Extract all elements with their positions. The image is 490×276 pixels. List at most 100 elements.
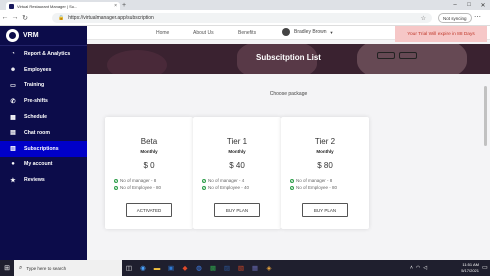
chrome-icon[interactable]: ◍ [192,260,206,276]
nav-benefits[interactable]: Benefits [238,30,256,36]
scrollbar-thumb[interactable] [484,86,487,146]
buy-plan-button[interactable]: BUY PLAN [214,203,260,217]
forward-icon[interactable]: → [10,14,20,21]
notifications-icon[interactable]: ▭ [482,264,488,271]
plan-feature-managers: ✓ No of manager - 8 [290,178,332,183]
sidebar-item-subscriptions[interactable]: ▥ Subscriptions [0,140,87,157]
scrollbar[interactable] [484,86,488,256]
volume-icon[interactable]: ◁ [423,265,427,271]
clock-date: 5/17/2021 [461,267,479,273]
feature-text: No of manager - 8 [296,178,333,183]
page-title: Subscitption List [256,53,321,62]
sidebar-item-chat-room[interactable]: ▤ Chat room [0,125,87,141]
back-icon[interactable]: ← [0,14,10,21]
task-view-icon[interactable]: ◫ [122,260,136,276]
clock[interactable]: 11:51 AM 5/17/2021 [449,262,479,273]
plan-period: Monthly [140,149,158,154]
plan-period: Monthly [316,149,334,154]
plan-card: Tier 1 Monthly $ 40 ✓ No of manager - 4 ✓ No o… [193,117,281,229]
network-icon[interactable]: ◠ [416,265,420,271]
word-icon[interactable]: ▨ [220,260,234,276]
plan-name: Tier 1 [226,137,248,146]
plan-feature-employees: ✓ No of Employee - 80 [290,185,337,190]
feature-text: No of manager - 8 [120,178,157,183]
close-window-button[interactable]: ✕ [476,0,490,10]
plan-period: Monthly [228,149,246,154]
user-name: Bradley Brown [294,29,327,35]
activated-button[interactable]: ACTIVATED [126,203,172,217]
nav-about-us[interactable]: About Us [193,30,214,36]
powerpoint-icon[interactable]: ▧ [234,260,248,276]
url-text: https://virtualmanager.app/subscription [68,15,154,21]
brand[interactable]: VRM [0,26,87,46]
lock-icon: 🔒 [58,15,65,21]
close-tab-icon[interactable]: × [114,3,117,9]
store-icon[interactable]: ▣ [164,260,178,276]
minimize-button[interactable]: – [448,0,462,10]
browser-menu-icon[interactable]: ⋯ [474,13,481,21]
hero-banner: Subscitption List [87,44,490,74]
sidebar-item-pre-shifts[interactable]: ✆ Pre-shifts [0,93,87,109]
sidebar-item-my-account[interactable]: ● My account [0,157,87,173]
sidebar-item-label: Report & Analytics [24,50,71,57]
teams-icon[interactable]: ▦ [248,260,262,276]
chevron-up-icon[interactable]: ˄ [410,265,413,271]
windows-start-icon[interactable]: ⊞ [0,260,14,276]
plan-price: $ 40 [229,161,245,170]
plan-feature-managers: ✓ No of manager - 4 [202,178,244,183]
sync-button[interactable]: Not syncing [438,13,472,23]
window-controls: – □ ✕ [448,0,490,10]
plan-feature-employees: ✓ No of Employee - 40 [202,185,249,190]
app-icon[interactable]: ◈ [262,260,276,276]
browser-tab-bar: Virtual Restaurant Manager | Su... × + –… [0,0,490,10]
sidebar-item-label: Chat room [24,129,50,136]
url-field[interactable]: 🔒 https://virtualmanager.app/subscriptio… [52,13,432,23]
sidebar-item-training[interactable]: ▭ Training [0,78,87,94]
user-menu[interactable]: Bradley Brown ▼ [282,28,333,36]
plan-name: Tier 2 [314,137,336,146]
bookmark-star-icon[interactable]: ☆ [421,15,426,22]
star-icon: ★ [10,177,16,184]
check-circle-icon: ✓ [290,185,294,190]
plan-price: $ 0 [143,161,155,170]
megaphone-icon: ✆ [10,98,16,105]
pie-chart-icon: ◔ [11,50,15,57]
vrm-logo-icon [6,29,19,42]
browser-tab[interactable]: Virtual Restaurant Manager | Su... × [6,2,120,10]
sidebar-item-label: Training [24,82,45,89]
main-content: Home About Us Benefits Bradley Brown ▼ Y… [87,26,490,260]
sidebar: VRM ◔ Report & Analytics ☻ Employees ▭ Traini… [0,26,87,260]
plan-name: Beta [140,137,158,146]
edge-icon[interactable]: ◉ [136,260,150,276]
taskbar-search[interactable]: ⌕ Type here to search [14,260,122,276]
check-circle-icon: ✓ [114,178,118,183]
sidebar-item-schedule[interactable]: ▦ Schedule [0,109,87,125]
search-placeholder: Type here to search [26,265,67,271]
nav-home[interactable]: Home [156,30,169,36]
sidebar-item-label: Schedule [24,114,48,121]
office-icon[interactable]: ◆ [178,260,192,276]
check-circle-icon: ✓ [290,178,294,183]
sidebar-item-reviews[interactable]: ★ Reviews [0,172,87,188]
card-icon: ▥ [10,146,16,153]
new-tab-button[interactable]: + [122,2,126,9]
user-icon: ● [11,161,15,168]
search-icon: ⌕ [19,264,23,271]
sidebar-item-label: Pre-shifts [24,98,48,105]
buy-plan-button[interactable]: BUY PLAN [302,203,348,217]
system-tray: ˄ ◠ ◁ [410,260,430,276]
maximize-button[interactable]: □ [462,0,476,10]
plan-card: Tier 2 Monthly $ 80 ✓ No of manager - 8 ✓ No o… [281,117,369,229]
tv-icon: ▭ [10,82,16,89]
reload-icon[interactable]: ↻ [20,14,30,22]
sidebar-item-employees[interactable]: ☻ Employees [0,62,87,78]
brand-name: VRM [23,32,39,39]
sidebar-item-report-analytics[interactable]: ◔ Report & Analytics [0,46,87,62]
plan-feature-employees: ✓ No of Employee - 80 [114,185,161,190]
feature-text: No of Employee - 40 [208,185,250,190]
excel-icon[interactable]: ▩ [206,260,220,276]
chat-icon: ▤ [10,130,16,137]
file-explorer-icon[interactable]: ▬ [150,260,164,276]
trial-banner: Your Trial Will expire in 88 Days [395,26,487,42]
check-circle-icon: ✓ [202,185,206,190]
